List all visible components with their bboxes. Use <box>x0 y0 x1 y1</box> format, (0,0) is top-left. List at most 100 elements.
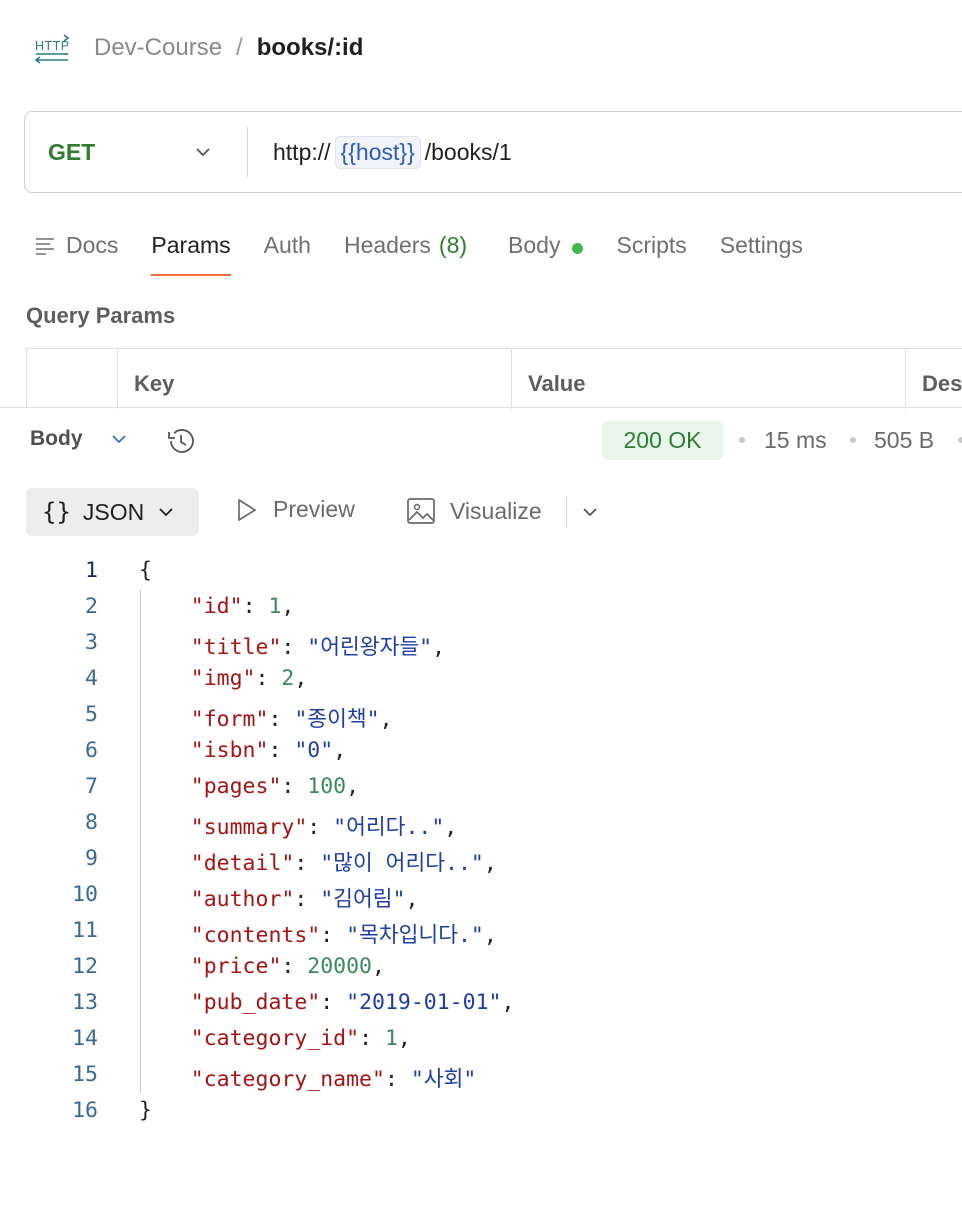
tab-auth[interactable]: Auth <box>264 224 311 276</box>
json-punctuation: , <box>372 954 385 979</box>
code-line: 12 "price": 20000, <box>0 949 962 985</box>
json-string: "어리다.." <box>333 815 445 840</box>
code-text: "isbn": "0", <box>139 738 346 763</box>
url-input[interactable]: http:// {{host}} /books/1 <box>248 112 512 192</box>
json-punctuation <box>139 635 191 660</box>
code-text: "summary": "어리다..", <box>139 810 457 841</box>
code-line: 7 "pages": 100, <box>0 769 962 805</box>
code-text: "contents": "목차입니다.", <box>139 918 497 949</box>
format-select[interactable]: {} JSON <box>26 488 199 536</box>
headers-count: (8) <box>438 232 468 258</box>
json-punctuation: : <box>320 990 347 1015</box>
tab-scripts[interactable]: Scripts <box>616 224 686 276</box>
code-text: "author": "김어림", <box>139 882 419 913</box>
json-punctuation <box>139 1067 191 1092</box>
json-punctuation: : <box>307 815 334 840</box>
method-select[interactable]: GET <box>25 112 247 192</box>
json-punctuation: : <box>281 774 308 799</box>
json-number: 1 <box>268 594 282 619</box>
preview-button[interactable]: Preview <box>235 496 355 523</box>
json-key: "pub_date" <box>190 990 321 1015</box>
line-number: 13 <box>72 990 98 1015</box>
breadcrumb-separator: / <box>236 34 243 61</box>
response-body-dropdown[interactable]: Body <box>30 427 129 451</box>
tab-docs[interactable]: Docs <box>34 224 118 276</box>
toolbar-divider <box>566 496 567 528</box>
query-params-table: Key Value Des <box>26 348 962 409</box>
response-divider[interactable] <box>0 407 962 408</box>
json-punctuation: , <box>444 815 458 840</box>
line-number: 4 <box>85 666 98 691</box>
breadcrumb-parent[interactable]: Dev-Course <box>94 34 222 62</box>
json-punctuation: : <box>281 954 308 979</box>
code-text: "title": "어린왕자들", <box>139 630 445 661</box>
response-size[interactable]: 505 B <box>874 427 934 454</box>
json-punctuation: , <box>346 774 360 799</box>
json-key: "form" <box>190 707 269 732</box>
json-string: "2019-01-01" <box>346 990 502 1015</box>
json-punctuation: : <box>294 887 321 912</box>
image-icon <box>407 498 435 524</box>
code-text: "id": 1, <box>139 594 295 619</box>
code-line: 16} <box>0 1093 962 1129</box>
tab-label: Auth <box>263 232 311 258</box>
code-text: "img": 2, <box>139 666 308 691</box>
json-punctuation: , <box>281 594 295 619</box>
json-punctuation: : <box>320 923 347 948</box>
tab-params[interactable]: Params <box>151 224 231 276</box>
json-key: "img" <box>190 666 256 691</box>
tab-headers[interactable]: Headers (8) <box>344 224 467 276</box>
json-key: "price" <box>190 954 282 979</box>
json-punctuation: { <box>139 558 152 583</box>
meta-separator <box>739 437 745 443</box>
json-number: 20000 <box>307 954 373 979</box>
tab-body[interactable]: Body <box>508 224 584 276</box>
code-text: "detail": "많이 어리다..", <box>139 846 497 877</box>
url-variable[interactable]: {{host}} <box>334 135 421 169</box>
query-params-title: Query Params <box>26 303 176 328</box>
chevron-down-icon[interactable] <box>580 502 600 522</box>
history-icon[interactable] <box>164 424 198 458</box>
line-number: 1 <box>85 558 98 583</box>
response-time[interactable]: 15 ms <box>764 427 827 454</box>
json-punctuation <box>139 954 191 979</box>
http-icon: HTTP <box>34 34 70 64</box>
json-punctuation <box>139 594 191 619</box>
play-icon <box>238 498 256 521</box>
json-punctuation <box>139 774 191 799</box>
code-text: "pages": 100, <box>139 774 359 799</box>
code-text: "category_id": 1, <box>139 1026 411 1051</box>
json-punctuation: , <box>501 990 515 1015</box>
json-string: "사회" <box>410 1067 477 1092</box>
json-number: 2 <box>281 666 295 691</box>
tab-label: Settings <box>719 232 803 258</box>
line-number: 3 <box>85 630 98 655</box>
json-key: "author" <box>190 887 295 912</box>
line-number: 15 <box>72 1062 98 1087</box>
chevron-down-icon <box>159 508 173 517</box>
json-number: 1 <box>384 1026 398 1051</box>
code-text: "pub_date": "2019-01-01", <box>139 990 515 1015</box>
meta-separator <box>850 437 856 443</box>
breadcrumb: HTTP Dev-Course / books/:id <box>34 30 363 66</box>
url-suffix: /books/1 <box>424 138 512 165</box>
json-string: "많이 어리다.." <box>320 851 484 876</box>
code-line: 3 "title": "어린왕자들", <box>0 625 962 661</box>
json-punctuation: : <box>294 851 321 876</box>
json-number: 100 <box>307 774 347 799</box>
chevron-down-icon <box>111 435 126 444</box>
code-line: 4 "img": 2, <box>0 661 962 697</box>
tab-settings[interactable]: Settings <box>720 224 803 276</box>
braces-icon: {} <box>42 498 71 526</box>
visualize-button[interactable]: Visualize <box>406 496 542 526</box>
request-name[interactable]: books/:id <box>257 34 364 62</box>
json-punctuation: : <box>255 666 282 691</box>
status-badge[interactable]: 200 OK <box>602 421 723 460</box>
json-punctuation: : <box>268 707 295 732</box>
tab-label: Body <box>508 232 561 258</box>
code-text: "price": 20000, <box>139 954 385 979</box>
json-punctuation: , <box>483 851 497 876</box>
line-number: 12 <box>72 954 98 979</box>
method-label: GET <box>48 138 96 165</box>
json-punctuation <box>139 1026 191 1051</box>
